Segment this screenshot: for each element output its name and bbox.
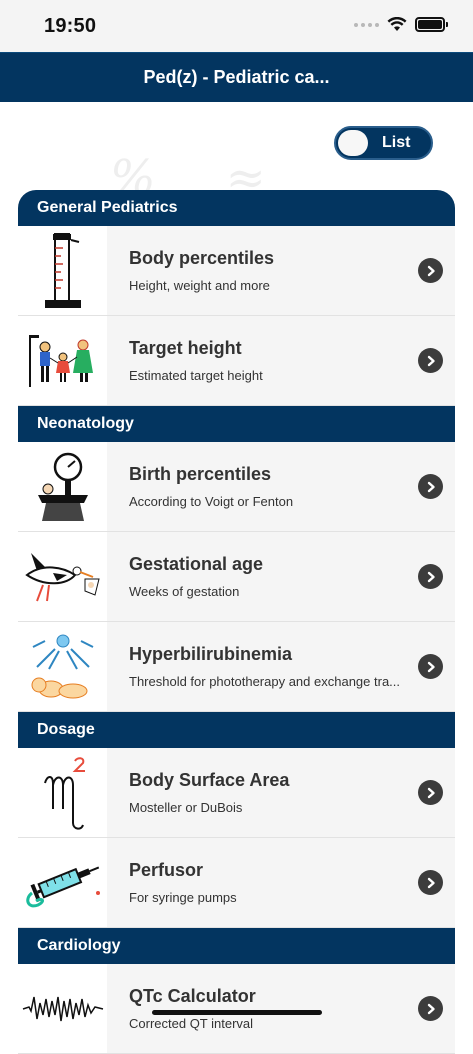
- item-title: Perfusor: [129, 860, 204, 880]
- item-title: Body Surface Area: [129, 770, 290, 790]
- toggle-knob[interactable]: [338, 130, 368, 156]
- item-subtitle: Threshold for phototherapy and exchange …: [129, 674, 401, 689]
- status-bar: 19:50: [0, 0, 473, 52]
- home-indicator[interactable]: [152, 1010, 322, 1015]
- family-icon: [18, 316, 107, 405]
- item-title: QTc Calculator: [129, 986, 256, 1006]
- section-header-neonatology: Neonatology: [18, 406, 455, 442]
- chevron-right-icon[interactable]: [418, 474, 443, 499]
- item-title: Body percentiles: [129, 248, 275, 268]
- ecg-icon: [18, 964, 107, 1053]
- baby-scale-icon: [18, 442, 107, 531]
- list-item-hyperbilirubinemia[interactable]: Hyperbilirubinemia Threshold for phototh…: [18, 622, 455, 712]
- list-toggle[interactable]: List: [334, 126, 433, 160]
- chevron-right-icon[interactable]: [418, 258, 443, 283]
- chevron-right-icon[interactable]: [418, 780, 443, 805]
- m-squared-icon: [18, 748, 107, 837]
- wifi-icon: [387, 17, 407, 31]
- chevron-right-icon[interactable]: [418, 996, 443, 1021]
- list-item-body-percentiles[interactable]: Body percentiles Height, weight and more: [18, 226, 455, 316]
- item-subtitle: Estimated target height: [129, 368, 263, 383]
- phototherapy-icon: [18, 622, 107, 711]
- section-header-cardiology: Cardiology: [18, 928, 455, 964]
- navigation-bar: Ped(z) - Pediatric ca...: [0, 52, 473, 102]
- chevron-right-icon[interactable]: [418, 870, 443, 895]
- item-subtitle: Mosteller or DuBois: [129, 800, 243, 815]
- chevron-right-icon[interactable]: [418, 348, 443, 373]
- calculator-list: General Pediatrics Body percentiles Heig…: [18, 190, 455, 1054]
- list-item-body-surface-area[interactable]: Body Surface Area Mosteller or DuBois: [18, 748, 455, 838]
- page-title: Ped(z) - Pediatric ca...: [143, 67, 330, 87]
- stork-icon: [18, 532, 107, 621]
- toggle-label: List: [382, 134, 411, 151]
- section-header-general-pediatrics: General Pediatrics: [18, 190, 455, 226]
- item-title: Hyperbilirubinemia: [129, 644, 293, 664]
- chevron-right-icon[interactable]: [418, 564, 443, 589]
- status-icons: [354, 17, 448, 32]
- list-item-gestational-age[interactable]: Gestational age Weeks of gestation: [18, 532, 455, 622]
- list-item-qtc-calculator[interactable]: QTc Calculator Corrected QT interval: [18, 964, 455, 1054]
- list-item-perfusor[interactable]: Perfusor For syringe pumps: [18, 838, 455, 928]
- item-subtitle: Weeks of gestation: [129, 584, 240, 599]
- status-time: 19:50: [44, 15, 97, 37]
- measuring-rod-icon: [18, 226, 107, 315]
- section-header-dosage: Dosage: [18, 712, 455, 748]
- list-item-birth-percentiles[interactable]: Birth percentiles According to Voigt or …: [18, 442, 455, 532]
- item-subtitle: For syringe pumps: [129, 890, 237, 905]
- list-item-target-height[interactable]: Target height Estimated target height: [18, 316, 455, 406]
- battery-icon: [415, 17, 448, 32]
- chevron-right-icon[interactable]: [418, 654, 443, 679]
- signal-icon: [354, 22, 379, 27]
- item-subtitle: Height, weight and more: [129, 278, 270, 293]
- item-title: Gestational age: [129, 554, 264, 574]
- syringe-icon: [18, 838, 107, 927]
- item-title: Birth percentiles: [129, 464, 272, 484]
- item-subtitle: According to Voigt or Fenton: [129, 494, 294, 509]
- item-title: Target height: [129, 338, 242, 358]
